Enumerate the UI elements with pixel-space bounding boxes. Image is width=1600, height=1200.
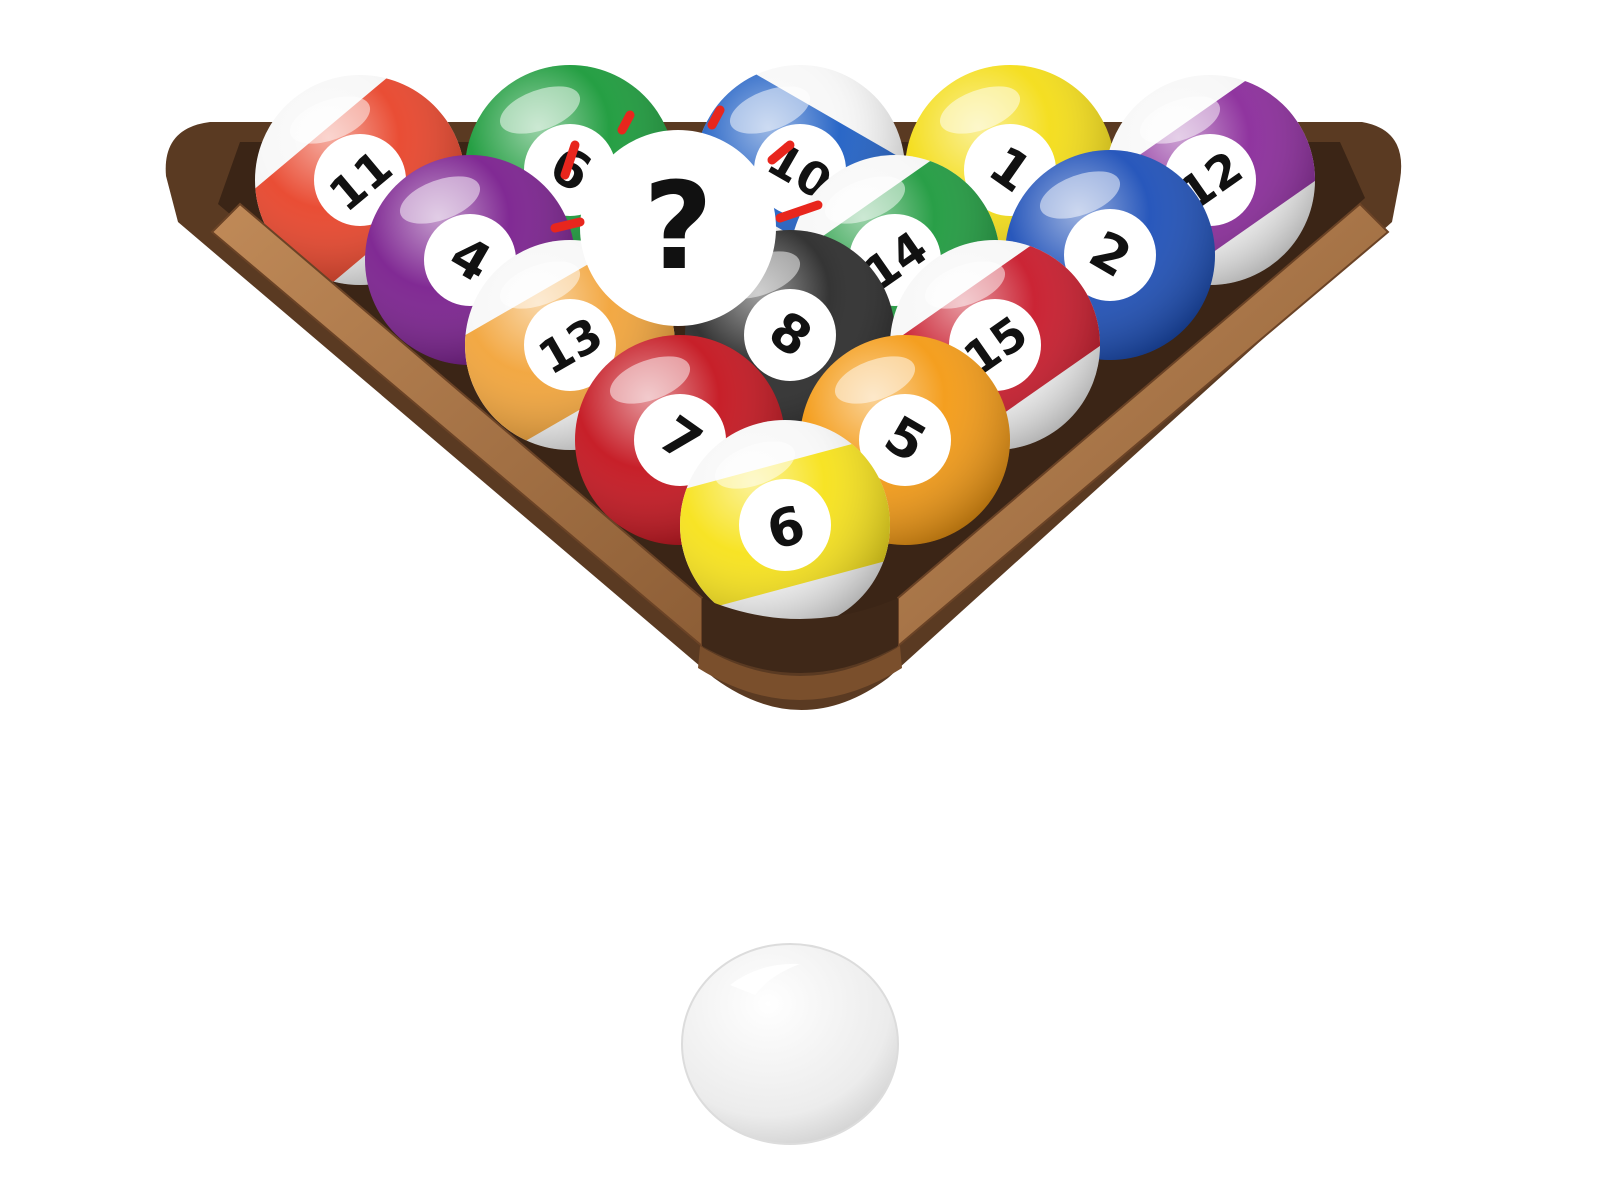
cue-ball-body <box>681 943 899 1145</box>
cue-ball <box>681 943 899 1145</box>
billiards-scene: 11610112414213815759? <box>165 64 1402 1145</box>
mystery-ball-label: ? <box>643 158 713 297</box>
mystery-ball-mark <box>550 217 585 233</box>
